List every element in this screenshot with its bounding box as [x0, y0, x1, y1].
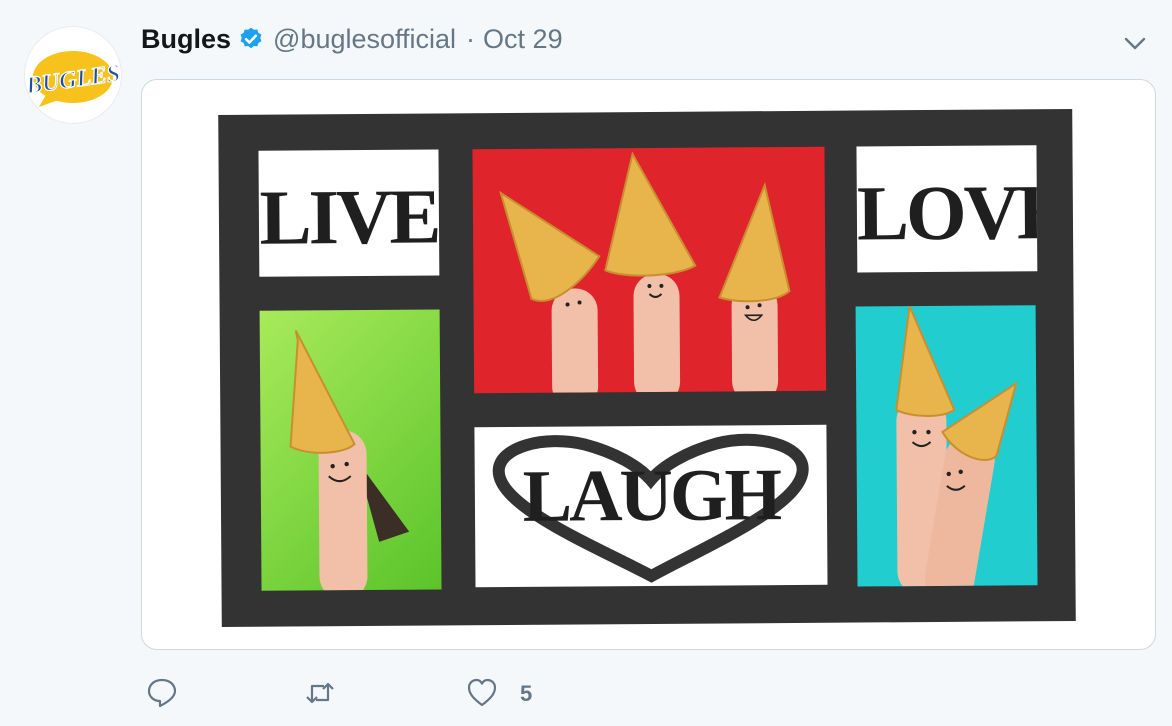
like-icon[interactable]: [466, 676, 498, 710]
tweet-media-card[interactable]: LIVE LOVE LAUGH: [141, 79, 1156, 650]
laugh-word: LAUGH: [522, 454, 780, 538]
live-word: LIVE: [259, 172, 439, 261]
header-separator: ·: [466, 23, 476, 54]
chevron-down-icon[interactable]: [1120, 30, 1150, 56]
love-word: LOVE: [856, 168, 1038, 257]
author-handle[interactable]: @buglesofficial: [273, 24, 456, 55]
tweet-date[interactable]: Oct 29: [483, 24, 563, 55]
author-name[interactable]: Bugles: [141, 24, 231, 55]
reply-icon[interactable]: [146, 676, 178, 710]
verified-badge-icon: [240, 27, 262, 49]
photo-collage-frame: LIVE LOVE LAUGH: [218, 109, 1076, 627]
like-count: 5: [520, 681, 533, 706]
three-fingers-photo: [472, 146, 827, 394]
laugh-panel: LAUGH: [474, 424, 828, 588]
live-panel: LIVE: [258, 149, 440, 277]
avatar[interactable]: BUGLES: [24, 26, 122, 124]
two-fingers-photo: [855, 305, 1038, 587]
love-panel: LOVE: [856, 145, 1038, 273]
retweet-icon[interactable]: [304, 676, 336, 710]
tweet-header: Bugles @buglesofficial · Oct 29: [141, 22, 563, 56]
bugles-logo: BUGLES: [25, 51, 121, 107]
caped-finger-photo: [259, 309, 442, 591]
